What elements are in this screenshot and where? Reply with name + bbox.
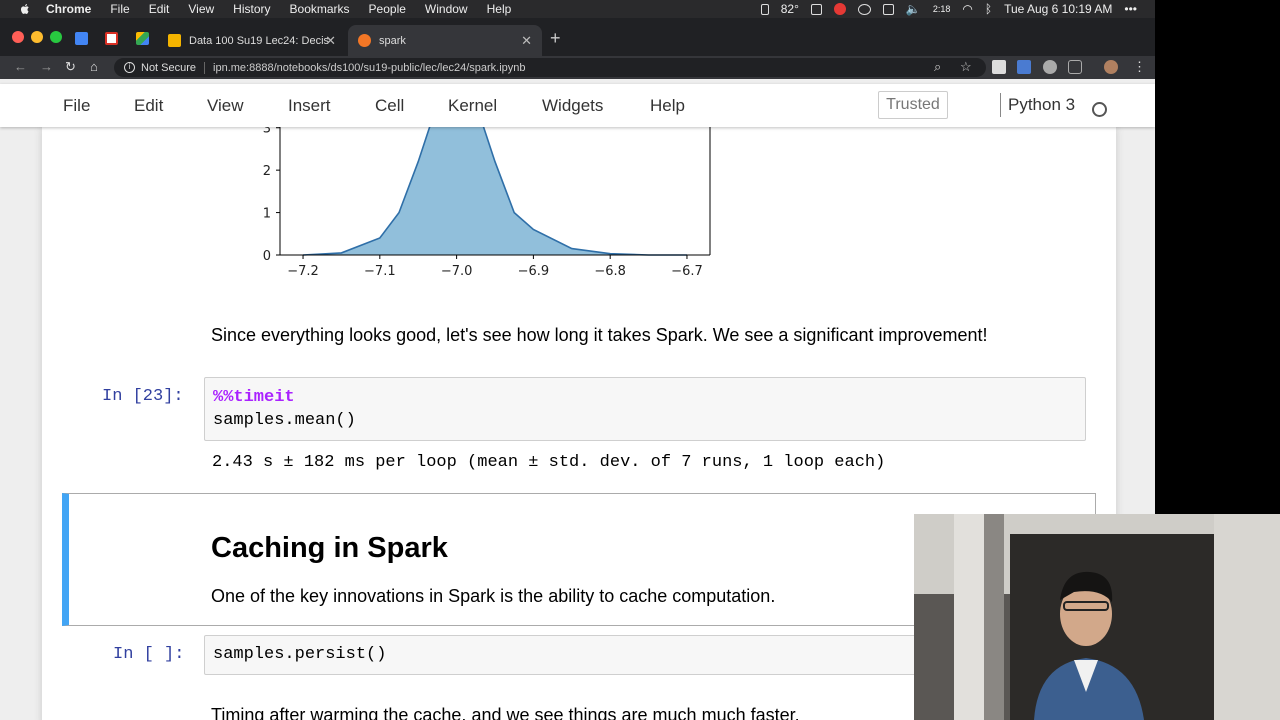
- maximize-window-button[interactable]: [50, 31, 62, 43]
- status-area: 82° 🔈 2:18 ◠ ᛒ Tue Aug 6 10:19 AM •••: [760, 0, 1137, 18]
- tab-title: spark: [379, 34, 406, 47]
- x-tick-label: −7.1: [364, 264, 396, 279]
- apple-icon[interactable]: [18, 2, 32, 16]
- reload-icon[interactable]: ↻: [65, 59, 76, 75]
- notebook-menu-bar: File Edit View Insert Cell Kernel Widget…: [0, 84, 1155, 127]
- menu-window[interactable]: Window: [425, 0, 468, 18]
- gmail-favicon-icon: [104, 31, 118, 45]
- density-area: [303, 127, 687, 255]
- magic-keyword: %%timeit: [213, 388, 295, 407]
- tab-slides[interactable]: Data 100 Su19 Lec24: Decision ✕: [158, 25, 346, 56]
- menu-file[interactable]: File: [110, 0, 129, 18]
- menu-view[interactable]: View: [188, 0, 214, 18]
- tab-title: Data 100 Su19 Lec24: Decision: [189, 34, 329, 47]
- code-cell-timeit[interactable]: %%timeit samples.mean(): [204, 377, 1086, 441]
- nb-menu-insert[interactable]: Insert: [288, 96, 331, 116]
- volume-icon[interactable]: 🔈: [906, 2, 921, 16]
- nb-menu-help[interactable]: Help: [650, 96, 685, 116]
- y-tick-label: 0: [263, 249, 271, 264]
- forward-icon[interactable]: →: [40, 59, 53, 74]
- input-prompt-empty: In [ ]:: [113, 645, 185, 664]
- nb-menu-kernel[interactable]: Kernel: [448, 96, 497, 116]
- close-tab-icon[interactable]: ✕: [521, 33, 532, 49]
- calendar-icon[interactable]: [882, 3, 894, 15]
- info-icon[interactable]: i: [124, 62, 135, 73]
- address-bar[interactable]: i Not Secure ipn.me:8888/notebooks/ds100…: [114, 58, 986, 77]
- battery-time[interactable]: 2:18: [933, 4, 951, 14]
- code-line: samples.mean(): [213, 411, 356, 430]
- close-window-button[interactable]: [12, 31, 24, 43]
- more-menu-icon[interactable]: •••: [1124, 2, 1137, 16]
- slides-favicon-icon: [168, 34, 181, 47]
- nb-menu-cell[interactable]: Cell: [375, 96, 404, 116]
- kernel-status-icon: [1092, 102, 1107, 117]
- nb-menu-view[interactable]: View: [207, 96, 244, 116]
- chrome-menu-icon[interactable]: ⋮: [1133, 59, 1146, 75]
- density-plot: −7.2 −7.1 −7.0 −6.9 −6.8 −6.7 0 1 2 3: [263, 127, 711, 279]
- profile-avatar[interactable]: [1104, 60, 1118, 74]
- browser-tab-bar: Data 100 Su19 Lec24: Decision ✕ spark ✕ …: [0, 18, 1155, 56]
- menu-app-name[interactable]: Chrome: [46, 0, 91, 18]
- menu-bookmarks[interactable]: Bookmarks: [290, 0, 350, 18]
- markdown-text-cache-timing: Timing after warming the cache, and we s…: [211, 705, 800, 720]
- pinned-tab-gmail[interactable]: [96, 27, 126, 49]
- x-tick-label: −6.7: [671, 264, 703, 279]
- presenter-video-frame: [914, 514, 1280, 720]
- back-icon[interactable]: ←: [14, 59, 27, 74]
- x-tick-label: −7.0: [441, 264, 473, 279]
- extension-doc-icon[interactable]: [992, 60, 1006, 74]
- close-tab-icon[interactable]: ✕: [325, 33, 336, 49]
- pinned-tab-drive[interactable]: [127, 27, 157, 49]
- y-tick-label: 2: [263, 164, 271, 179]
- x-tick-label: −6.8: [594, 264, 626, 279]
- security-indicator[interactable]: Not Secure: [141, 61, 206, 74]
- y-tick-label: 3: [263, 127, 271, 137]
- trusted-indicator[interactable]: Trusted: [878, 91, 948, 119]
- home-icon[interactable]: ⌂: [90, 59, 98, 74]
- markdown-text-timing: Since everything looks good, let's see h…: [211, 325, 988, 345]
- wifi-icon[interactable]: ◠: [962, 2, 972, 16]
- sync-icon[interactable]: [857, 3, 871, 15]
- browser-toolbar: ← → ↻ ⌂ i Not Secure ipn.me:8888/noteboo…: [0, 56, 1155, 79]
- input-prompt-23: In [23]:: [102, 387, 184, 406]
- bookmark-star-icon[interactable]: ☆: [960, 59, 972, 75]
- nb-menu-file[interactable]: File: [63, 96, 90, 116]
- drive-favicon-icon: [135, 31, 149, 45]
- x-tick-label: −7.2: [287, 264, 319, 279]
- nb-menu-widgets[interactable]: Widgets: [542, 96, 603, 116]
- record-icon[interactable]: [833, 3, 846, 15]
- tab-spark-active[interactable]: spark ✕: [348, 25, 542, 56]
- heading-caching: Caching in Spark: [211, 532, 448, 564]
- extension-circle-icon[interactable]: [1043, 60, 1057, 74]
- menu-edit[interactable]: Edit: [149, 0, 170, 18]
- pinned-tab-calendar[interactable]: [66, 27, 96, 49]
- display-icon[interactable]: [760, 3, 769, 15]
- temperature-readout[interactable]: 82°: [781, 2, 799, 16]
- jupyter-favicon-icon: [358, 34, 371, 47]
- macos-menu-bar: Chrome File Edit View History Bookmarks …: [0, 0, 1155, 18]
- minimize-window-button[interactable]: [31, 31, 43, 43]
- webcam-video-overlay: [914, 514, 1280, 720]
- menu-people[interactable]: People: [369, 0, 406, 18]
- nb-menu-edit[interactable]: Edit: [134, 96, 163, 116]
- menu-help[interactable]: Help: [487, 0, 512, 18]
- cpu-monitor-icon[interactable]: [810, 3, 822, 15]
- new-tab-icon[interactable]: +: [550, 28, 561, 49]
- extension-pocket-icon[interactable]: [1068, 60, 1082, 74]
- calendar-favicon-icon: [74, 31, 88, 45]
- kernel-name[interactable]: Python 3: [1000, 93, 1075, 117]
- markdown-text-caching: One of the key innovations in Spark is t…: [211, 586, 776, 606]
- menu-history[interactable]: History: [233, 0, 270, 18]
- y-tick-label: 1: [263, 207, 271, 222]
- clock[interactable]: Tue Aug 6 10:19 AM: [1004, 2, 1112, 16]
- extension-shield-icon[interactable]: [1017, 60, 1031, 74]
- bluetooth-icon[interactable]: ᛒ: [985, 2, 992, 16]
- url-text[interactable]: ipn.me:8888/notebooks/ds100/su19-public/…: [213, 62, 525, 74]
- zoom-icon[interactable]: ⌕: [934, 59, 941, 75]
- cell-output-timeit: 2.43 s ± 182 ms per loop (mean ± std. de…: [212, 453, 886, 472]
- x-tick-label: −6.9: [518, 264, 550, 279]
